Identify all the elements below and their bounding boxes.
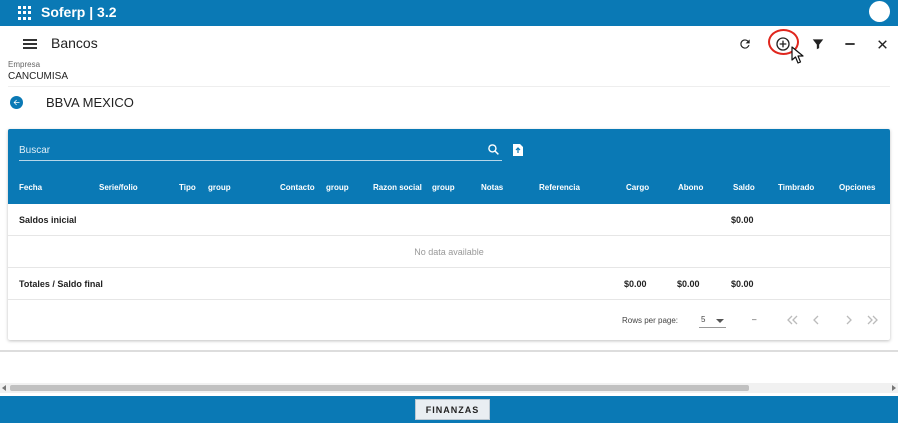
column-header-tipo[interactable]: Tipo: [179, 183, 196, 192]
scrollbar-thumb[interactable]: [10, 385, 749, 391]
scroll-left-icon[interactable]: [2, 385, 6, 391]
apps-grid-icon[interactable]: [18, 6, 32, 20]
column-header-razon-social-group[interactable]: group: [432, 183, 455, 192]
refresh-icon: [740, 39, 750, 49]
filter-button[interactable]: [807, 33, 829, 55]
search-input[interactable]: [19, 141, 502, 161]
back-button[interactable]: [10, 96, 23, 109]
column-header-notas[interactable]: Notas: [481, 183, 503, 192]
caret-down-icon: [716, 319, 724, 323]
page-range: –: [752, 315, 757, 324]
column-header-contacto-group[interactable]: group: [326, 183, 349, 192]
arrow-left-icon: [13, 99, 20, 106]
table-row-empty: No data available: [8, 236, 890, 268]
finanzas-button[interactable]: FINANZAS: [415, 399, 490, 420]
divider: [0, 350, 898, 352]
rows-per-page-value: 5: [701, 315, 706, 324]
app-title: Soferp | 3.2: [41, 4, 117, 20]
totales-cargo: $0.00: [624, 279, 647, 289]
data-table-card: Fecha Serie/folio Tipo group Contacto gr…: [8, 129, 890, 340]
first-page-icon[interactable]: [785, 312, 799, 328]
previous-page-icon[interactable]: [809, 312, 823, 328]
saldos-inicial-saldo: $0.00: [731, 215, 754, 225]
table-row-totales: Totales / Saldo final $0.00 $0.00 $0.00: [8, 268, 890, 300]
minus-icon: [845, 43, 855, 45]
column-header-fecha[interactable]: Fecha: [19, 183, 42, 192]
column-header-saldo[interactable]: Saldo: [733, 183, 755, 192]
company-value: CANCUMISA: [8, 71, 69, 82]
close-button[interactable]: [871, 33, 893, 55]
menu-icon[interactable]: [23, 39, 37, 49]
totales-abono: $0.00: [677, 279, 700, 289]
minimize-button[interactable]: [839, 33, 861, 55]
avatar[interactable]: [869, 1, 890, 22]
totales-label: Totales / Saldo final: [19, 279, 103, 289]
last-page-icon[interactable]: [866, 312, 880, 328]
column-header-referencia[interactable]: Referencia: [539, 183, 580, 192]
no-data-message: No data available: [414, 247, 484, 257]
column-header-cargo[interactable]: Cargo: [626, 183, 649, 192]
table-row-saldos-inicial: Saldos inicial $0.00: [8, 204, 890, 236]
toolbar: Bancos: [0, 26, 898, 60]
scroll-right-icon[interactable]: [892, 385, 896, 391]
rows-per-page-label: Rows per page:: [622, 316, 679, 325]
column-header-opciones[interactable]: Opciones: [839, 183, 875, 192]
pagination: Rows per page: 5 –: [8, 301, 890, 340]
bottom-bar: FINANZAS: [0, 396, 898, 423]
close-icon: [877, 39, 887, 49]
column-header-tipo-group[interactable]: group: [208, 183, 231, 192]
table-header: Fecha Serie/folio Tipo group Contacto gr…: [8, 129, 890, 204]
filter-icon: [812, 39, 824, 50]
search-icon[interactable]: [487, 143, 500, 156]
next-page-icon[interactable]: [842, 312, 856, 328]
column-header-abono[interactable]: Abono: [678, 183, 703, 192]
mouse-cursor-icon: [791, 46, 804, 64]
horizontal-scrollbar[interactable]: [0, 383, 898, 393]
page-title: Bancos: [51, 35, 98, 51]
totales-saldo: $0.00: [731, 279, 754, 289]
saldos-inicial-label: Saldos inicial: [19, 215, 77, 225]
column-header-contacto[interactable]: Contacto: [280, 183, 315, 192]
refresh-button[interactable]: [734, 33, 756, 55]
company-label: Empresa: [8, 60, 41, 69]
rows-per-page-select[interactable]: 5: [699, 312, 726, 328]
column-header-serie-folio[interactable]: Serie/folio: [99, 183, 138, 192]
company-field: Empresa CANCUMISA: [8, 60, 68, 84]
column-header-timbrado[interactable]: Timbrado: [778, 183, 814, 192]
file-export-icon[interactable]: [512, 143, 524, 157]
divider: [8, 86, 890, 87]
app-bar: Soferp | 3.2: [0, 0, 898, 26]
column-header-razon-social[interactable]: Razon social: [373, 183, 422, 192]
bank-title: BBVA MEXICO: [46, 95, 134, 110]
